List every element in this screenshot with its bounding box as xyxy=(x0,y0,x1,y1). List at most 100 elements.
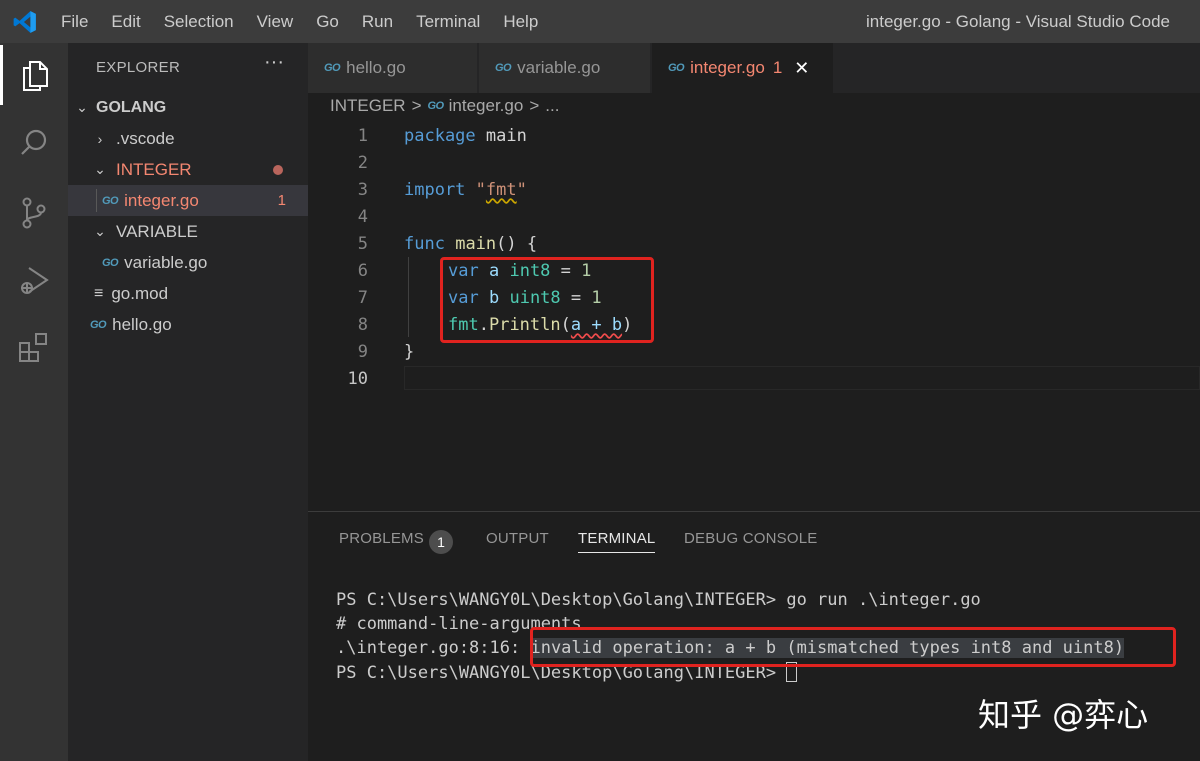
code-line-5: func main() { xyxy=(404,234,537,254)
tab-label: integer.go xyxy=(690,58,765,77)
go-file-icon: GO xyxy=(495,62,512,74)
chevron-down-icon: ⌄ xyxy=(94,223,106,239)
line-number: 3 xyxy=(357,180,368,200)
go-file-icon: GO xyxy=(427,100,445,112)
string-quote: " xyxy=(475,180,486,200)
error-highlight-box xyxy=(530,627,1176,667)
error-dot xyxy=(273,164,283,175)
go-file-icon: GO xyxy=(324,62,341,74)
file-hello-go[interactable]: GO hello.go xyxy=(68,309,308,340)
title-bar: File Edit Selection View Go Run Terminal… xyxy=(0,0,1200,43)
window-title: integer.go - Golang - Visual Studio Code xyxy=(866,12,1170,31)
string-quote: " xyxy=(516,180,527,200)
file-label: hello.go xyxy=(112,314,172,334)
breadcrumb: INTEGER > GO integer.go > ... xyxy=(330,96,559,116)
more-actions-icon[interactable]: ··· xyxy=(264,51,284,74)
breadcrumb-separator: > xyxy=(529,96,540,115)
go-file-icon: GO xyxy=(668,62,685,74)
folder-label: VARIABLE xyxy=(116,221,198,241)
breadcrumb-more[interactable]: ... xyxy=(545,96,559,116)
go-file-icon: GO xyxy=(102,194,119,207)
menu-run[interactable]: Run xyxy=(362,12,393,32)
problem-count-badge: 1 xyxy=(277,192,286,209)
file-label: go.mod xyxy=(111,283,169,303)
activity-bar xyxy=(0,43,68,761)
line-number: 8 xyxy=(357,315,368,335)
go-file-icon: GO xyxy=(90,318,107,331)
folder-integer[interactable]: ⌄ INTEGER xyxy=(68,154,308,185)
menu-bar: File Edit Selection View Go Run Terminal… xyxy=(61,0,561,43)
folder-root-golang[interactable]: ⌄ GOLANG xyxy=(68,92,308,123)
breadcrumb-folder[interactable]: INTEGER xyxy=(330,96,406,116)
tab-problems[interactable]: PROBLEMS xyxy=(339,530,424,547)
current-line-highlight xyxy=(404,366,1200,390)
indent-guide xyxy=(408,257,409,337)
tab-output[interactable]: OUTPUT xyxy=(486,530,549,547)
file-variable-go[interactable]: GO variable.go xyxy=(68,247,308,278)
file-go-mod[interactable]: ≡ go.mod xyxy=(68,278,308,309)
line-number: 4 xyxy=(357,207,368,227)
explorer-sidebar: EXPLORER ··· ⌄ GOLANG › .vscode ⌄ INTEGE… xyxy=(68,43,308,761)
menu-edit[interactable]: Edit xyxy=(111,12,140,32)
menu-go[interactable]: Go xyxy=(316,12,339,32)
explorer-header: EXPLORER xyxy=(96,59,181,76)
tab-variable-go[interactable]: GO variable.go xyxy=(479,43,651,93)
code-token: () { xyxy=(496,234,538,254)
keyword-token: import xyxy=(404,180,466,200)
file-label: integer.go xyxy=(124,190,199,210)
line-number: 6 xyxy=(357,261,368,281)
menu-view[interactable]: View xyxy=(257,12,294,32)
source-control-icon[interactable] xyxy=(0,183,68,243)
tab-label: hello.go xyxy=(346,58,406,77)
run-debug-icon[interactable] xyxy=(0,251,68,311)
chevron-down-icon: ⌄ xyxy=(76,99,88,115)
line-number: 2 xyxy=(357,153,368,173)
code-editor[interactable]: 1 2 3 4 5 6 7 8 9 10 package main import… xyxy=(308,121,1200,511)
menu-selection[interactable]: Selection xyxy=(164,12,234,32)
line-number: 9 xyxy=(357,342,368,362)
editor-tab-bar: GO hello.go GO variable.go GO integer.go… xyxy=(308,43,1200,93)
file-integer-go[interactable]: GO integer.go 1 xyxy=(68,185,308,216)
tab-integer-go[interactable]: GO integer.go 1 ✕ xyxy=(652,43,834,93)
tab-problem-badge: 1 xyxy=(772,58,783,77)
search-icon[interactable] xyxy=(0,113,68,173)
go-file-icon: GO xyxy=(102,256,119,269)
code-token: } xyxy=(404,342,415,362)
problems-count-badge: 1 xyxy=(429,530,453,554)
menu-file[interactable]: File xyxy=(61,12,88,32)
code-line-3: import "fmt" xyxy=(404,180,527,200)
text-file-icon: ≡ xyxy=(94,284,104,302)
folder-variable[interactable]: ⌄ VARIABLE xyxy=(68,216,308,247)
breadcrumb-file[interactable]: integer.go xyxy=(449,96,524,116)
file-label: variable.go xyxy=(124,252,208,272)
error-highlight-box xyxy=(440,257,654,343)
tree-guide xyxy=(96,189,97,212)
extensions-icon[interactable] xyxy=(0,318,68,378)
tab-debug-console[interactable]: DEBUG CONSOLE xyxy=(684,530,817,547)
tab-label: variable.go xyxy=(517,58,601,77)
line-number: 1 xyxy=(357,126,368,146)
explorer-icon[interactable] xyxy=(0,45,68,105)
keyword-token: func xyxy=(404,234,445,254)
keyword-token: package xyxy=(404,126,476,146)
tab-hello-go[interactable]: GO hello.go xyxy=(308,43,478,93)
root-folder-label: GOLANG xyxy=(96,98,167,116)
folder-label: INTEGER xyxy=(116,159,192,179)
menu-help[interactable]: Help xyxy=(503,12,538,32)
folder-label: .vscode xyxy=(116,128,175,148)
string-token: fmt xyxy=(485,180,517,200)
breadcrumb-separator: > xyxy=(411,96,422,115)
chevron-down-icon: ⌄ xyxy=(94,161,106,177)
menu-terminal[interactable]: Terminal xyxy=(416,12,480,32)
folder-vscode[interactable]: › .vscode xyxy=(68,123,308,154)
tab-terminal[interactable]: TERMINAL xyxy=(578,530,656,553)
function-token: main xyxy=(455,234,497,254)
line-number: 10 xyxy=(347,369,368,389)
close-icon[interactable]: ✕ xyxy=(794,58,809,79)
error-location: .\integer.go:8:16: xyxy=(336,638,531,658)
terminal-line: PS C:\Users\WANGY0L\Desktop\Golang\INTEG… xyxy=(336,590,981,610)
watermark: 知乎 @弈心 xyxy=(978,696,1149,734)
code-token: main xyxy=(475,126,527,146)
